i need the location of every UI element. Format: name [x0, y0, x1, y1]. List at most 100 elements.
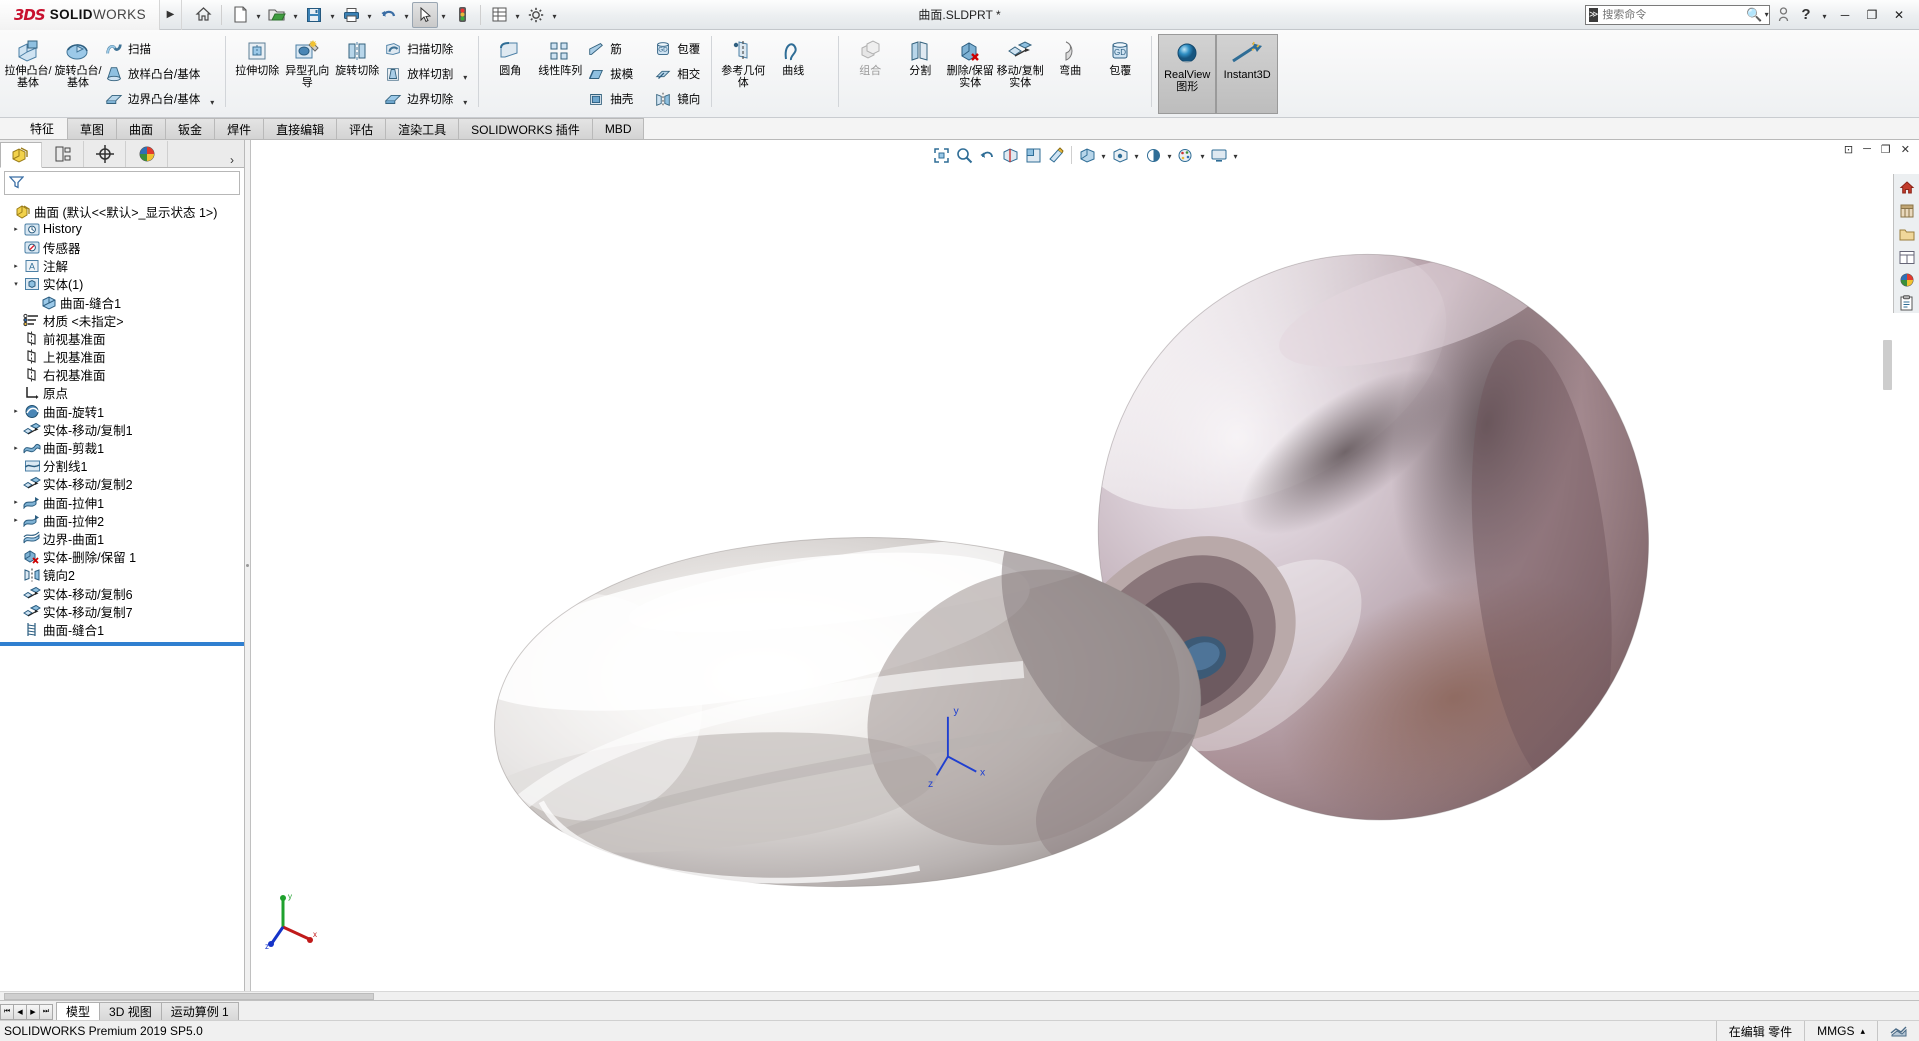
combine-button[interactable]: 组合 [845, 33, 895, 77]
shell-button[interactable]: 抽壳 [585, 86, 638, 111]
tree-item-surface-extrude2[interactable]: ▸ 曲面-拉伸2 [0, 511, 244, 529]
tree-item-right-plane[interactable]: 右视基准面 [0, 366, 244, 384]
new-doc-icon[interactable] [227, 2, 253, 28]
minimize-button[interactable]: ─ [1833, 4, 1857, 26]
view-orientation-icon[interactable] [1022, 144, 1044, 166]
design-library-icon[interactable] [1897, 201, 1917, 221]
new-doc-caret[interactable]: ▾ [253, 2, 264, 28]
expander[interactable]: ▸ [9, 225, 23, 233]
tree-item-move-copy1[interactable]: 实体-移动/复制1 [0, 420, 244, 438]
previous-view-icon[interactable] [976, 144, 998, 166]
hole-wizard-button[interactable]: 异型孔向导 [282, 33, 332, 89]
revolve-cut-button[interactable]: 旋转切除 [332, 33, 382, 77]
expander[interactable]: ▸ [9, 498, 23, 506]
maximize-doc-button[interactable]: ❐ [1878, 143, 1894, 156]
help-caret[interactable]: ▾ [1819, 2, 1830, 28]
rollback-bar[interactable] [0, 641, 244, 646]
extrude-cut-button[interactable]: 拉伸切除 [232, 33, 282, 77]
tab-render-tools[interactable]: 渲染工具 [385, 118, 460, 139]
tree-item-mirror2[interactable]: 镜向2 [0, 566, 244, 584]
3d-drawing-view-icon[interactable] [1045, 144, 1067, 166]
display-style-icon[interactable] [1076, 144, 1098, 166]
rib-button[interactable]: 筋 [585, 36, 638, 61]
extrude-boss-button[interactable]: 拉伸凸台/基体 [3, 33, 53, 89]
minimize-doc-button[interactable]: ─ [1860, 143, 1874, 156]
section-view-icon[interactable] [999, 144, 1021, 166]
tab-mbd[interactable]: MBD [591, 118, 645, 139]
loft-cut-caret[interactable]: ▾ [463, 65, 467, 90]
edit-appearance-icon[interactable] [1142, 144, 1164, 166]
sweep-button[interactable]: 扫描 [103, 36, 205, 61]
tab-3d-views[interactable]: 3D 视图 [99, 1002, 162, 1020]
tree-item-origin[interactable]: 原点 [0, 384, 244, 402]
tree-item-surface-knit1[interactable]: 曲面-缝合1 [0, 620, 244, 638]
hide-show-caret[interactable]: ▾ [1132, 144, 1141, 166]
fillet-button[interactable]: 圆角 [485, 33, 535, 77]
print-icon[interactable] [338, 2, 364, 28]
graphics-area[interactable]: ▾ ▾ ▾ ▾ ▾ ⊡ ─ ❐ ✕ y x z y x z [251, 140, 1919, 991]
last-tab-button[interactable]: ⏭ [39, 1004, 53, 1020]
graphics-vertical-scrollbar[interactable] [1883, 340, 1892, 390]
tree-item-surface-extrude1[interactable]: ▸ 曲面-拉伸1 [0, 493, 244, 511]
mirror-button[interactable]: 镜向 [652, 86, 705, 111]
expander[interactable]: ▸ [9, 516, 23, 524]
search-icon[interactable]: 🔍 [1744, 7, 1764, 23]
tree-item-surface-trim1[interactable]: ▸ 曲面-剪裁1 [0, 438, 244, 456]
curve-button[interactable]: 曲线 [768, 33, 818, 77]
instant3d-toggle[interactable]: Instant3D [1216, 34, 1279, 114]
close-doc-button[interactable]: ✕ [1898, 143, 1913, 156]
restore-doc-button[interactable]: ⊡ [1841, 143, 1856, 156]
tab-solidworks-addins[interactable]: SOLIDWORKS 插件 [458, 118, 593, 139]
undo-caret[interactable]: ▾ [401, 2, 412, 28]
open-folder-icon[interactable] [264, 2, 290, 28]
tree-item-move-copy2[interactable]: 实体-移动/复制2 [0, 475, 244, 493]
wrap-button[interactable]: GD 包覆 [652, 36, 705, 61]
hide-show-icon[interactable] [1109, 144, 1131, 166]
tab-features[interactable]: 特征 [0, 118, 68, 139]
tab-direct-editing[interactable]: 直接编辑 [263, 118, 338, 139]
horizontal-scrollbar[interactable] [0, 991, 1919, 1000]
draft-button[interactable]: 拔模 [585, 61, 638, 86]
move-copy-body-button[interactable]: 移动/复制实体 [995, 33, 1045, 89]
tree-item-part[interactable]: 曲面 (默认<<默认>_显示状态 1>) [0, 202, 244, 220]
tab-sketch[interactable]: 草图 [67, 118, 118, 139]
command-search[interactable]: ≫ 🔍 ▾ [1585, 4, 1770, 25]
open-caret[interactable]: ▾ [290, 2, 301, 28]
boundary-cut-caret[interactable]: ▾ [463, 90, 467, 115]
custom-properties-icon[interactable] [1897, 293, 1917, 313]
tree-item-front-plane[interactable]: 前视基准面 [0, 329, 244, 347]
revolve-boss-button[interactable]: 旋转凸台/基体 [53, 33, 103, 89]
print-caret[interactable]: ▾ [364, 2, 375, 28]
first-tab-button[interactable]: ⏮ [0, 1004, 14, 1020]
display-manager-tab[interactable] [126, 141, 168, 167]
feature-tree-filter-input[interactable] [24, 177, 239, 189]
search-input[interactable] [1598, 8, 1745, 21]
wrap2-button[interactable]: GD 包覆 [1095, 33, 1145, 77]
restore-button[interactable]: ❐ [1860, 4, 1884, 26]
tree-item-history[interactable]: ▸ History [0, 220, 244, 238]
user-account-icon[interactable] [1773, 4, 1793, 26]
tab-sheetmetal[interactable]: 钣金 [165, 118, 216, 139]
linear-pattern-button[interactable]: 线性阵列 [535, 33, 585, 77]
feature-manager-more-icon[interactable]: › [230, 153, 244, 167]
boundary-caret[interactable]: ▾ [210, 90, 214, 115]
split-button[interactable]: 分割 [895, 33, 945, 77]
view-triad[interactable]: y x z [265, 887, 323, 949]
sweep-cut-button[interactable]: 扫描切除 [382, 36, 458, 61]
tree-item-delete-body1[interactable]: 实体-删除/保留 1 [0, 548, 244, 566]
tree-item-annotations[interactable]: ▸ A 注解 [0, 257, 244, 275]
tree-item-material[interactable]: 材质 <未指定> [0, 311, 244, 329]
boundary-cut-button[interactable]: 边界切除 [382, 86, 458, 111]
apply-scene-icon[interactable] [1175, 144, 1197, 166]
tree-item-solid-bodies[interactable]: ▾ 实体(1) [0, 275, 244, 293]
edit-appearance-caret[interactable]: ▾ [1165, 144, 1174, 166]
options-grid-icon[interactable] [486, 2, 512, 28]
feature-manager-tab[interactable] [0, 142, 42, 168]
tab-motion-study[interactable]: 运动算例 1 [160, 1002, 239, 1020]
tree-item-split-line1[interactable]: 分割线1 [0, 457, 244, 475]
tree-item-body[interactable]: 曲面-缝合1 [0, 293, 244, 311]
tab-model[interactable]: 模型 [56, 1002, 101, 1020]
select-caret[interactable]: ▾ [438, 2, 449, 28]
expander[interactable]: ▸ [9, 262, 23, 270]
zoom-to-area-icon[interactable] [953, 144, 975, 166]
